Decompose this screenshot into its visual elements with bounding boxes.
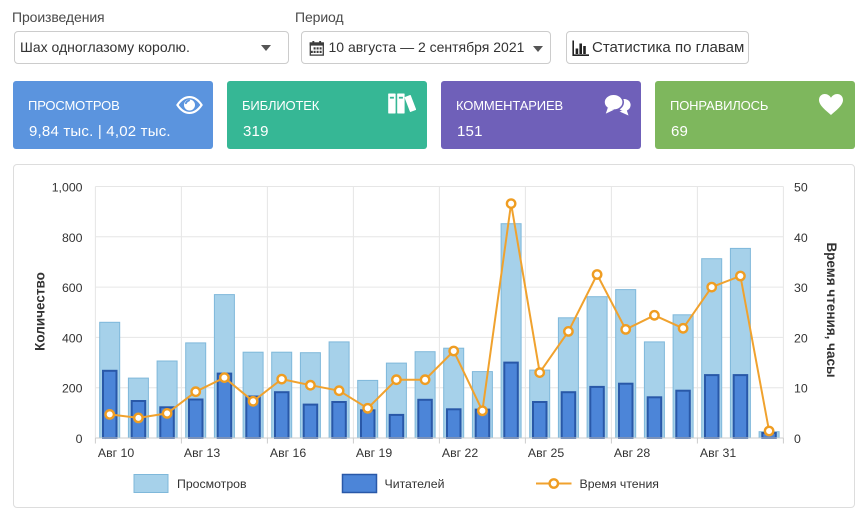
svg-text:50: 50 — [794, 181, 808, 195]
svg-text:800: 800 — [62, 231, 83, 245]
svg-text:40: 40 — [794, 231, 808, 245]
svg-text:Авг 19: Авг 19 — [356, 446, 392, 460]
svg-text:Авг 28: Авг 28 — [614, 446, 650, 460]
svg-text:Авг 10: Авг 10 — [98, 446, 134, 460]
svg-text:Просмотров: Просмотров — [177, 477, 247, 491]
svg-text:Время чтения: Время чтения — [580, 477, 659, 491]
svg-text:Авг 22: Авг 22 — [442, 446, 478, 460]
svg-text:Авг 16: Авг 16 — [270, 446, 306, 460]
svg-text:Авг 31: Авг 31 — [700, 446, 736, 460]
svg-text:Читателей: Читателей — [385, 477, 445, 491]
svg-text:Авг 25: Авг 25 — [528, 446, 564, 460]
svg-text:200: 200 — [62, 382, 83, 396]
svg-text:1,000: 1,000 — [52, 181, 83, 195]
svg-text:0: 0 — [794, 432, 801, 446]
svg-text:600: 600 — [62, 281, 83, 295]
svg-text:20: 20 — [794, 331, 808, 345]
svg-text:30: 30 — [794, 281, 808, 295]
svg-text:0: 0 — [76, 432, 83, 446]
svg-text:Количество: Количество — [33, 272, 48, 351]
svg-text:Время чтения, часы: Время чтения, часы — [824, 242, 839, 377]
svg-text:10: 10 — [794, 382, 808, 396]
svg-text:400: 400 — [62, 331, 83, 345]
svg-text:Авг 13: Авг 13 — [184, 446, 220, 460]
